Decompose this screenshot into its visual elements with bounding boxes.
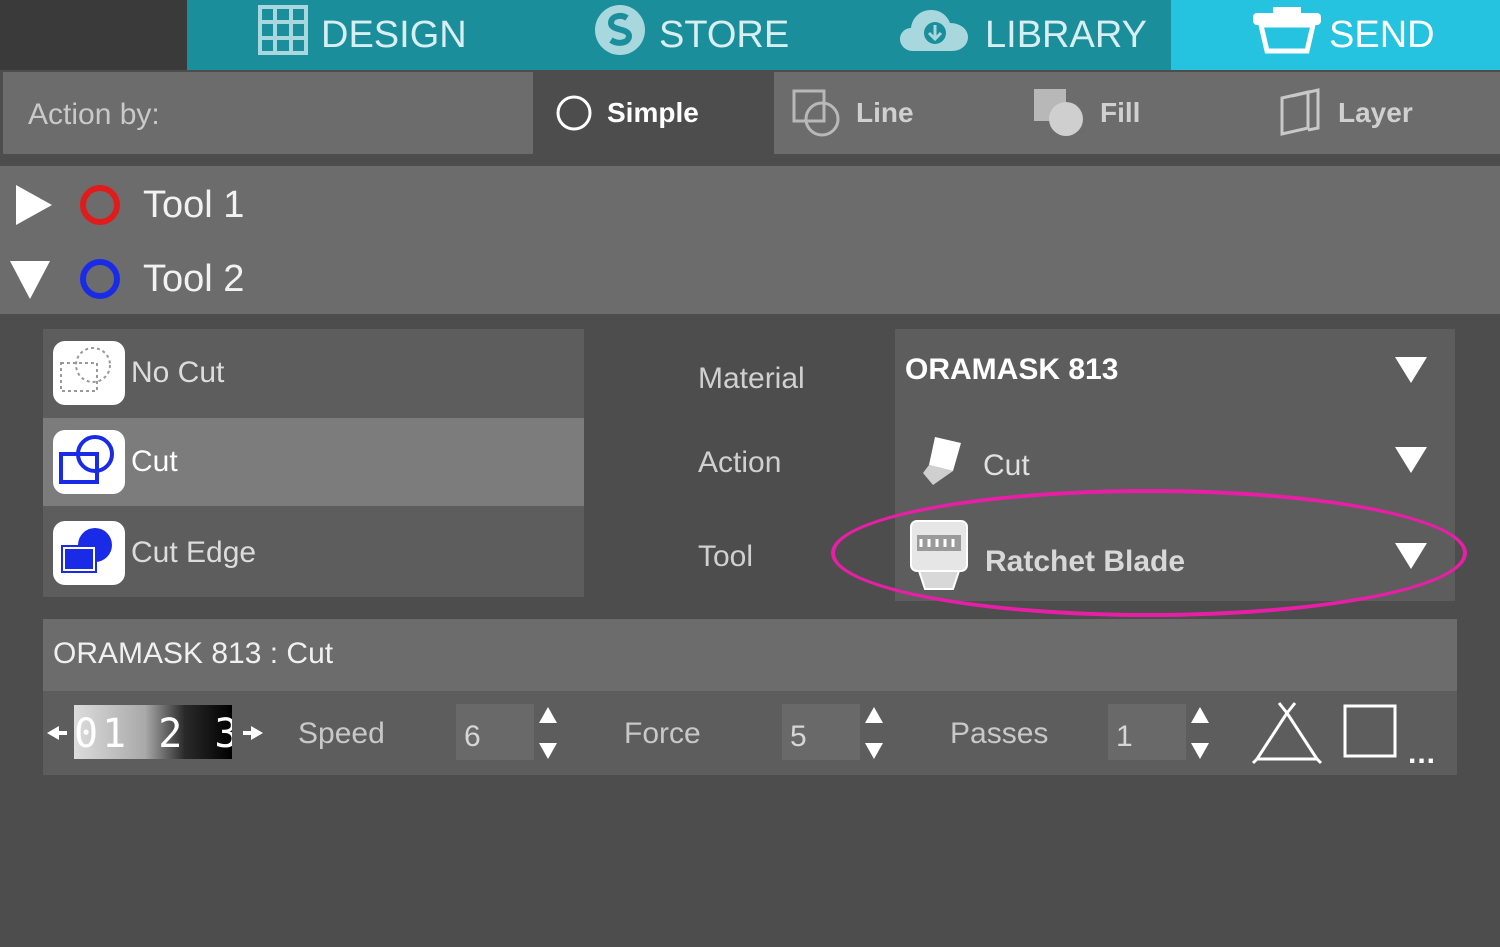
- cut-label: Cut: [131, 445, 178, 478]
- tool-1-color-ring-icon: [80, 185, 120, 225]
- stepper-up-icon[interactable]: [539, 707, 557, 723]
- mode-line-tab[interactable]: Line: [774, 72, 1022, 154]
- stepper-down-icon[interactable]: [539, 743, 557, 759]
- force-stepper[interactable]: [864, 707, 884, 759]
- material-label: Material: [698, 362, 805, 395]
- mode-simple-label: Simple: [607, 97, 699, 128]
- radio-circle-icon: [556, 95, 592, 131]
- dropdown-arrow-icon[interactable]: [1395, 447, 1427, 473]
- nav-tab-design[interactable]: DESIGN: [187, 0, 535, 70]
- line-mode-icon: [792, 89, 840, 137]
- tool-2-label: Tool 2: [143, 257, 245, 300]
- cut-edge-icon: [53, 521, 125, 585]
- speed-input[interactable]: 6: [456, 704, 534, 760]
- dropdown-arrow-icon[interactable]: [1395, 543, 1427, 569]
- store-logo-icon: [593, 3, 647, 67]
- expand-arrow-icon[interactable]: [12, 183, 56, 227]
- blade-ruler-digits: 01 2 3: [74, 711, 232, 757]
- nav-tab-store[interactable]: STORE: [535, 0, 877, 70]
- top-nav-bar: DESIGN STORE LIBRARY SEND: [0, 0, 1500, 70]
- speed-stepper[interactable]: [538, 707, 558, 759]
- nav-tab-label: SEND: [1329, 13, 1435, 56]
- cut-edge-label: Cut Edge: [131, 536, 257, 569]
- passes-label: Passes: [950, 717, 1049, 750]
- mode-fill-label: Fill: [1100, 97, 1141, 128]
- material-value: ORAMASK 813: [905, 353, 1119, 386]
- cut-icon: [53, 430, 125, 494]
- ruler-left-arrow-icon[interactable]: [45, 723, 69, 743]
- action-dropdown[interactable]: Cut: [895, 419, 1455, 509]
- tool-dropdown[interactable]: Ratchet Blade: [895, 511, 1455, 601]
- passes-stepper[interactable]: [1190, 707, 1210, 759]
- cut-style-list: No Cut Cut Cut Edge: [43, 329, 584, 597]
- ratchet-blade-icon: [910, 520, 968, 590]
- nav-tab-label: STORE: [659, 13, 790, 56]
- no-cut-icon: [53, 341, 125, 405]
- tool-list: Tool 1 Tool 2: [0, 166, 1500, 314]
- ruler-right-arrow-icon[interactable]: [241, 723, 265, 743]
- cut-option-cut-edge[interactable]: Cut Edge: [43, 509, 584, 597]
- layer-mode-icon: [1280, 88, 1320, 136]
- tool-1-label: Tool 1: [143, 183, 245, 226]
- cloud-download-icon: [897, 5, 973, 65]
- nav-tab-send[interactable]: SEND: [1171, 0, 1500, 70]
- force-label: Force: [624, 717, 701, 750]
- blade-depth-ruler[interactable]: 01 2 3: [74, 705, 232, 759]
- no-cut-label: No Cut: [131, 356, 225, 389]
- tool-row-2[interactable]: Tool 2: [0, 242, 1500, 316]
- mode-fill-tab[interactable]: Fill: [1022, 72, 1262, 154]
- stepper-up-icon[interactable]: [865, 707, 883, 723]
- nav-tab-label: DESIGN: [321, 13, 467, 56]
- blade-action-icon: [923, 437, 961, 485]
- grid-icon: [257, 4, 309, 66]
- speed-label: Speed: [298, 717, 385, 750]
- action-by-label: Action by:: [3, 72, 533, 154]
- stepper-down-icon[interactable]: [865, 743, 883, 759]
- action-value: Cut: [983, 449, 1030, 482]
- tool-2-color-ring-icon: [80, 259, 120, 299]
- mode-line-label: Line: [856, 97, 914, 128]
- material-dropdown[interactable]: ORAMASK 813: [895, 329, 1455, 419]
- cut-parameters-bar: 01 2 3 Speed 6 Force 5 Passes 1 ...: [43, 691, 1457, 775]
- cut-option-no-cut[interactable]: No Cut: [43, 329, 584, 417]
- square-tool-icon[interactable]: [1342, 703, 1398, 759]
- tool-value: Ratchet Blade: [985, 545, 1186, 578]
- action-label: Action: [698, 446, 782, 479]
- mode-layer-tab[interactable]: Layer: [1262, 72, 1500, 154]
- material-action-summary: ORAMASK 813 : Cut: [43, 619, 1457, 691]
- tool-label: Tool: [698, 540, 754, 573]
- passes-input[interactable]: 1: [1108, 704, 1186, 760]
- triangle-tool-icon[interactable]: [1251, 701, 1323, 765]
- force-input[interactable]: 5: [782, 704, 860, 760]
- stepper-up-icon[interactable]: [1191, 707, 1209, 723]
- tool-row-1[interactable]: Tool 1: [0, 168, 1500, 242]
- settings-fields: ORAMASK 813 Cut Ratchet Blade: [895, 329, 1455, 601]
- collapse-arrow-icon[interactable]: [8, 257, 52, 301]
- fill-mode-icon: [1034, 89, 1083, 136]
- nav-tab-label: LIBRARY: [985, 13, 1147, 56]
- mode-simple-tab[interactable]: Simple: [533, 72, 774, 154]
- more-options-icon[interactable]: ...: [1408, 737, 1436, 771]
- cutter-machine-icon: [1249, 5, 1325, 65]
- stepper-down-icon[interactable]: [1191, 743, 1209, 759]
- dropdown-arrow-icon[interactable]: [1395, 357, 1427, 383]
- mode-layer-label: Layer: [1338, 97, 1413, 128]
- nav-tab-library[interactable]: LIBRARY: [877, 0, 1171, 70]
- action-by-row: Action by: Simple Line Fill Layer: [0, 70, 1500, 160]
- cut-option-cut[interactable]: Cut: [43, 418, 584, 506]
